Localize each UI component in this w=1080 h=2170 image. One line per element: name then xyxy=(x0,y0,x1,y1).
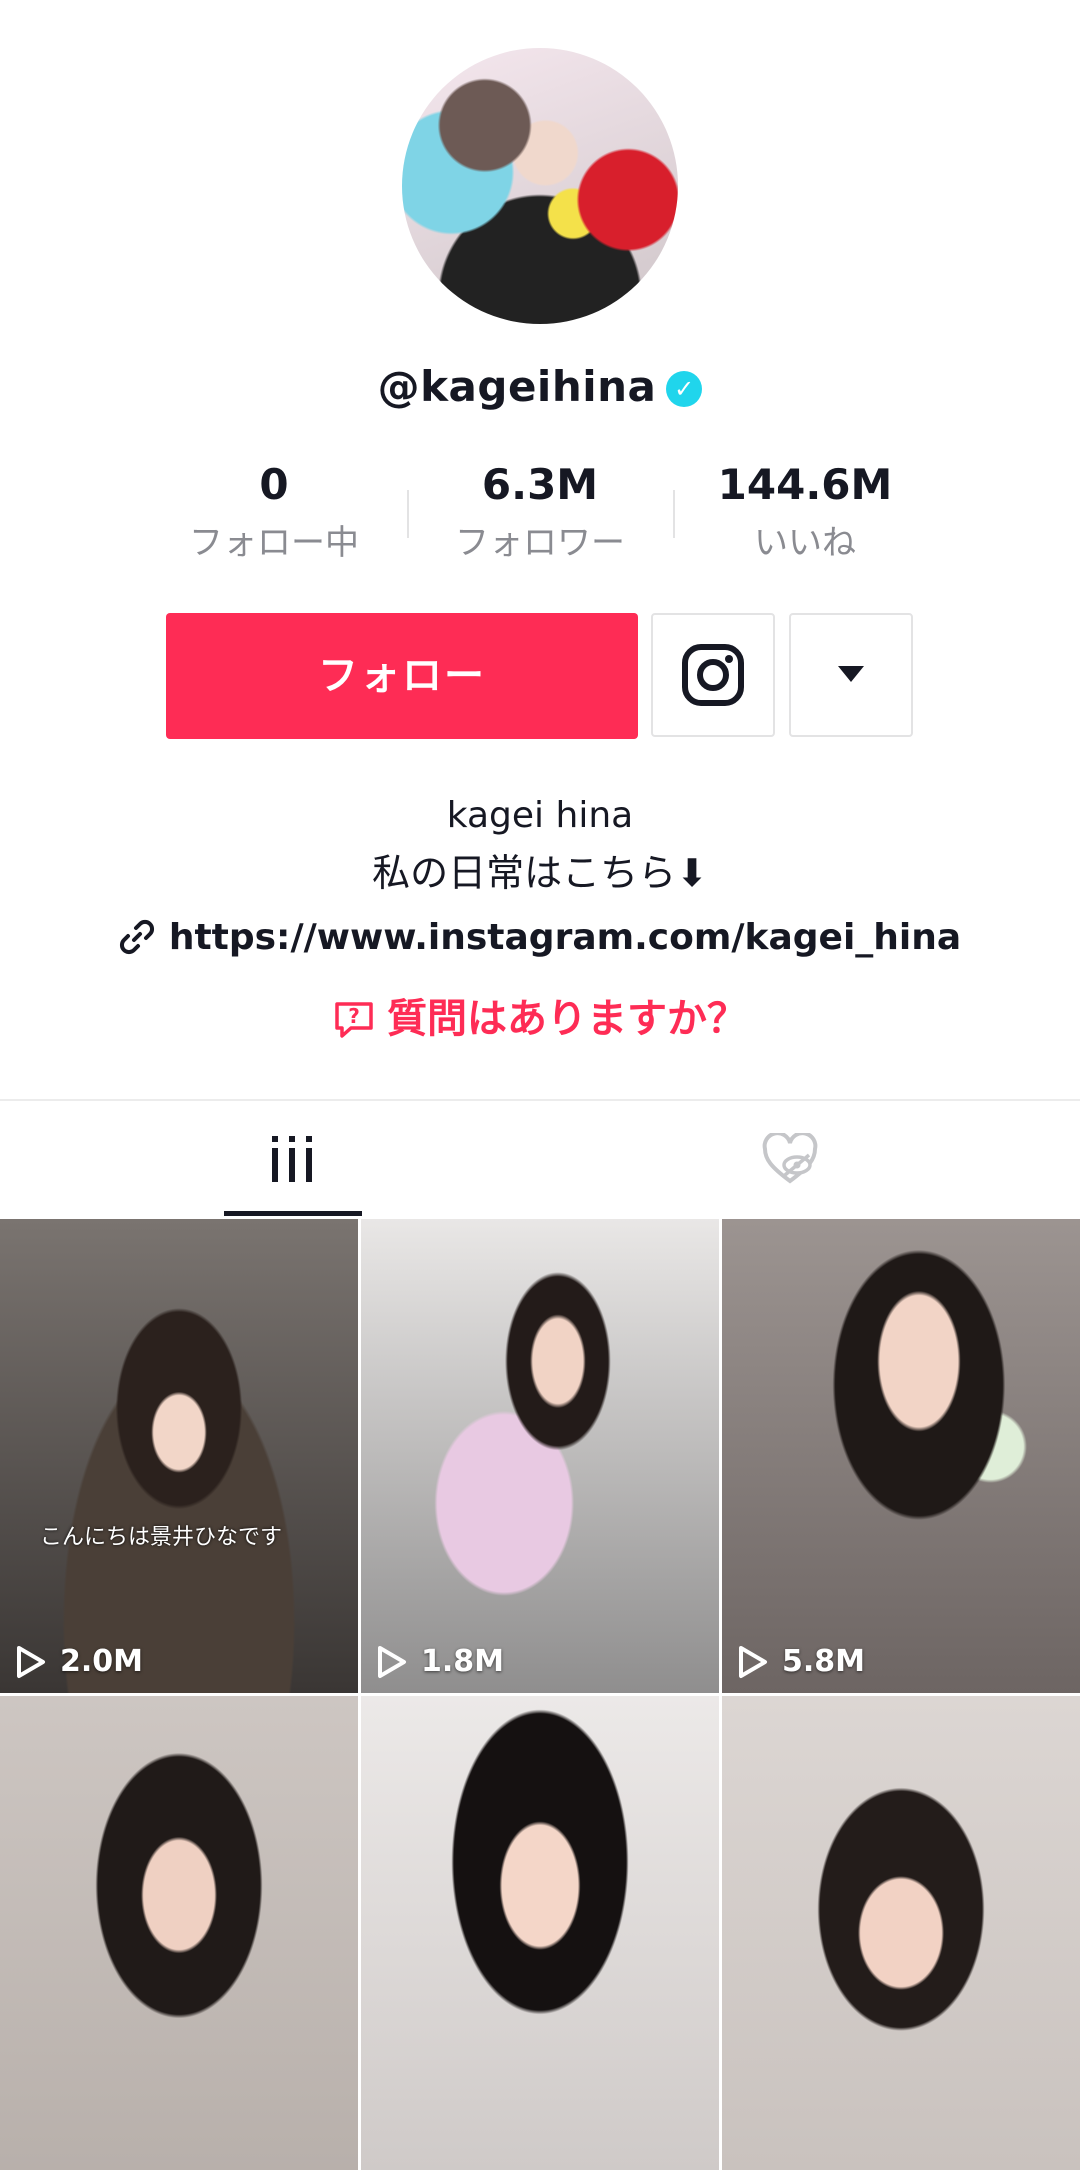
video-thumbnail[interactable]: 5.8M xyxy=(722,1219,1080,1693)
grid-bars-icon xyxy=(272,1136,312,1182)
instagram-icon xyxy=(682,644,744,706)
svg-text:?: ? xyxy=(348,1004,360,1028)
video-thumbnail[interactable] xyxy=(722,1696,1080,2170)
active-tab-indicator xyxy=(224,1211,362,1216)
view-count: 1.8M xyxy=(377,1644,504,1679)
view-count: 2.0M xyxy=(16,1644,143,1679)
bio-link-text: https://www.instagram.com/kagei_hina xyxy=(168,917,962,958)
video-thumbnail[interactable]: こんにちは景井ひなです 2.0M xyxy=(0,1219,358,1693)
view-count-text: 2.0M xyxy=(60,1644,143,1679)
video-grid: こんにちは景井ひなです 2.0M 1.8M 5.8M xyxy=(0,1219,1080,2170)
stat-followers-label: フォロワー xyxy=(455,523,625,563)
stat-likes-value: 144.6M xyxy=(717,460,893,509)
bio-text: 私の日常はこちら⬇ xyxy=(372,851,708,895)
play-icon xyxy=(378,1645,406,1678)
triangle-down-icon xyxy=(838,666,864,682)
display-name: kagei hina xyxy=(446,795,634,836)
instagram-button[interactable] xyxy=(651,613,775,737)
stat-following-label: フォロー中 xyxy=(189,523,359,563)
question-bubble-icon: ? xyxy=(335,1002,373,1038)
bio-link[interactable]: https://www.instagram.com/kagei_hina xyxy=(0,917,1080,958)
stat-following-value: 0 xyxy=(259,460,289,509)
video-thumbnail[interactable]: 1.8M xyxy=(361,1219,719,1693)
video-thumbnail[interactable] xyxy=(0,1696,358,2170)
profile-tabs xyxy=(0,1099,1080,1219)
tab-videos[interactable] xyxy=(22,1101,562,1217)
more-options-button[interactable] xyxy=(789,613,913,737)
stat-divider xyxy=(673,490,675,538)
video-caption: こんにちは景井ひなです xyxy=(40,1525,283,1550)
tab-liked[interactable] xyxy=(520,1101,1060,1217)
stat-divider xyxy=(407,490,409,538)
video-thumbnail[interactable] xyxy=(361,1696,719,2170)
play-icon xyxy=(739,1645,767,1678)
profile-stats: 0 フォロー中 6.3M フォロワー 144.6M いいね xyxy=(0,460,1080,570)
qa-label: 質問はありますか？ xyxy=(387,996,747,1042)
play-icon xyxy=(17,1645,45,1678)
stat-likes-label: いいね xyxy=(754,523,856,563)
stat-followers[interactable]: 6.3M フォロワー xyxy=(410,460,670,564)
view-count-text: 5.8M xyxy=(782,1644,865,1679)
stat-likes[interactable]: 144.6M いいね xyxy=(675,460,935,564)
view-count-text: 1.8M xyxy=(421,1644,504,1679)
username-row: @kageihina ✓ xyxy=(0,362,1080,411)
stat-following[interactable]: 0 フォロー中 xyxy=(144,460,404,564)
stat-followers-value: 6.3M xyxy=(481,460,599,509)
view-count: 5.8M xyxy=(738,1644,865,1679)
profile-avatar[interactable] xyxy=(402,48,678,324)
follow-button[interactable]: フォロー xyxy=(166,613,638,739)
username: @kageihina xyxy=(377,362,657,411)
qa-link[interactable]: ? 質問はありますか？ xyxy=(0,986,1080,1044)
link-icon xyxy=(119,919,154,955)
hidden-heart-icon xyxy=(762,1133,818,1184)
verified-badge-icon: ✓ xyxy=(666,371,703,407)
